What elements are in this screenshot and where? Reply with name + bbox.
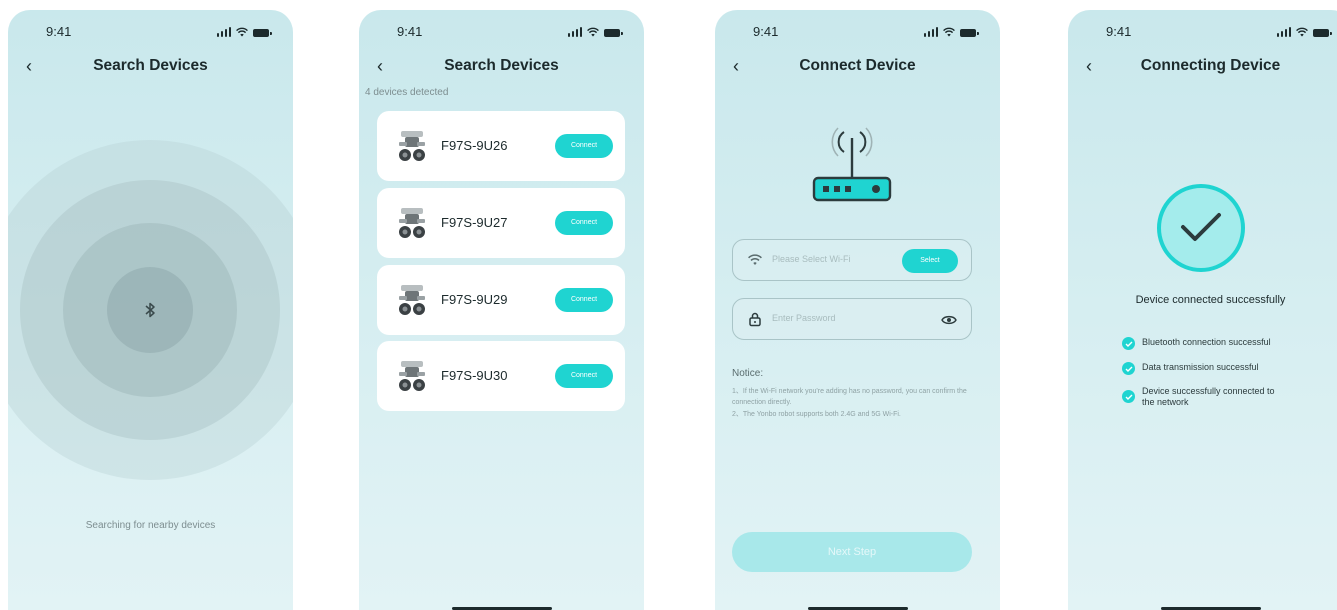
screen-connecting-device: 9:41 ‹ Connecting Device Device connecte… bbox=[1068, 10, 1337, 610]
signal-icon bbox=[216, 27, 231, 37]
check-icon bbox=[1122, 337, 1135, 350]
back-chevron-icon[interactable]: ‹ bbox=[26, 56, 44, 76]
device-name: F97S-9U27 bbox=[441, 215, 508, 230]
radar-center bbox=[107, 267, 193, 353]
check-item: Device successfully connected to the net… bbox=[1122, 386, 1282, 408]
battery-icon bbox=[253, 29, 272, 37]
wifi-status-icon bbox=[236, 27, 248, 37]
status-icons bbox=[923, 27, 979, 37]
check-text: Device successfully connected to the net… bbox=[1142, 386, 1275, 407]
device-card[interactable]: F97S-9U26 Connect bbox=[377, 111, 625, 181]
password-placeholder: Enter Password bbox=[772, 313, 836, 323]
check-item: Bluetooth connection successful bbox=[1122, 337, 1292, 350]
status-time: 9:41 bbox=[46, 24, 72, 39]
check-text: Bluetooth connection successful bbox=[1142, 337, 1271, 347]
screen-devices-list: 9:41 ‹ Search Devices 4 devices detected… bbox=[359, 10, 644, 610]
success-title: Device connected successfully bbox=[1135, 294, 1286, 306]
check-text: Data transmission successful bbox=[1142, 362, 1259, 372]
wifi-status-icon bbox=[943, 27, 955, 37]
page-title: Search Devices bbox=[93, 57, 208, 74]
select-wifi-button[interactable]: Select bbox=[902, 249, 958, 273]
notice-line: 1、If the Wi-Fi network you're adding has… bbox=[732, 388, 967, 406]
next-step-button[interactable]: Next Step bbox=[732, 532, 972, 572]
status-bar: 9:41 bbox=[8, 24, 293, 40]
wifi-select-field[interactable]: Please Select Wi-Fi Select bbox=[732, 239, 972, 281]
lock-icon bbox=[749, 312, 761, 327]
page-title: Search Devices bbox=[444, 57, 559, 74]
searching-text: Searching for nearby devices bbox=[85, 520, 216, 531]
device-name: F97S-9U26 bbox=[441, 138, 508, 153]
connect-button[interactable]: Connect bbox=[555, 211, 613, 235]
back-chevron-icon[interactable]: ‹ bbox=[1086, 56, 1104, 76]
battery-icon bbox=[960, 29, 979, 37]
screen-search-devices: 9:41 ‹ Search Devices Searching for near… bbox=[8, 10, 293, 610]
status-time: 9:41 bbox=[397, 24, 423, 39]
status-bar: 9:41 bbox=[359, 24, 644, 40]
wifi-status-icon bbox=[1296, 27, 1308, 37]
connect-button[interactable]: Connect bbox=[555, 288, 613, 312]
status-time: 9:41 bbox=[753, 24, 779, 39]
status-icons bbox=[567, 27, 623, 37]
wifi-placeholder: Please Select Wi-Fi bbox=[772, 254, 851, 264]
bluetooth-icon bbox=[145, 302, 155, 318]
robot-icon bbox=[399, 208, 425, 238]
nav-bar: ‹ Connecting Device bbox=[1068, 56, 1337, 78]
nav-bar: ‹ Connect Device bbox=[715, 56, 1000, 78]
router-icon bbox=[812, 127, 892, 202]
device-name: F97S-9U30 bbox=[441, 368, 508, 383]
signal-icon bbox=[923, 27, 938, 37]
check-icon bbox=[1122, 362, 1135, 375]
wifi-status-icon bbox=[587, 27, 599, 37]
wifi-icon bbox=[748, 254, 762, 265]
device-card[interactable]: F97S-9U27 Connect bbox=[377, 188, 625, 258]
battery-icon bbox=[1313, 29, 1332, 37]
notice-line: 2、The Yonbo robot supports both 2.4G and… bbox=[732, 411, 901, 418]
signal-icon bbox=[567, 27, 582, 37]
battery-icon bbox=[604, 29, 623, 37]
stage: 9:41 ‹ Search Devices Searching for near… bbox=[0, 0, 1337, 610]
robot-icon bbox=[399, 361, 425, 391]
signal-icon bbox=[1276, 27, 1291, 37]
back-chevron-icon[interactable]: ‹ bbox=[733, 56, 751, 76]
robot-icon bbox=[399, 131, 425, 161]
nav-bar: ‹ Search Devices bbox=[359, 56, 644, 78]
page-title: Connecting Device bbox=[1140, 57, 1281, 74]
notice-title: Notice: bbox=[732, 368, 764, 379]
check-icon bbox=[1122, 390, 1135, 403]
status-bar: 9:41 bbox=[715, 24, 1000, 40]
back-chevron-icon[interactable]: ‹ bbox=[377, 56, 395, 76]
check-icon bbox=[1181, 213, 1221, 241]
robot-icon bbox=[399, 285, 425, 315]
connect-button[interactable]: Connect bbox=[555, 364, 613, 388]
status-time: 9:41 bbox=[1106, 24, 1132, 39]
password-field[interactable]: Enter Password bbox=[732, 298, 972, 340]
connect-button[interactable]: Connect bbox=[555, 134, 613, 158]
success-badge bbox=[1157, 184, 1245, 272]
device-card[interactable]: F97S-9U30 Connect bbox=[377, 341, 625, 411]
screen-connect-device: 9:41 ‹ Connect Device Please Select Wi-F… bbox=[715, 10, 1000, 610]
device-card[interactable]: F97S-9U29 Connect bbox=[377, 265, 625, 335]
devices-count: 4 devices detected bbox=[365, 87, 449, 98]
check-item: Data transmission successful bbox=[1122, 362, 1292, 375]
status-icons bbox=[216, 27, 272, 37]
eye-icon[interactable] bbox=[941, 312, 957, 328]
status-icons bbox=[1276, 27, 1332, 37]
nav-bar: ‹ Search Devices bbox=[8, 56, 293, 78]
device-name: F97S-9U29 bbox=[441, 292, 508, 307]
status-bar: 9:41 bbox=[1068, 24, 1337, 40]
page-title: Connect Device bbox=[799, 57, 916, 74]
